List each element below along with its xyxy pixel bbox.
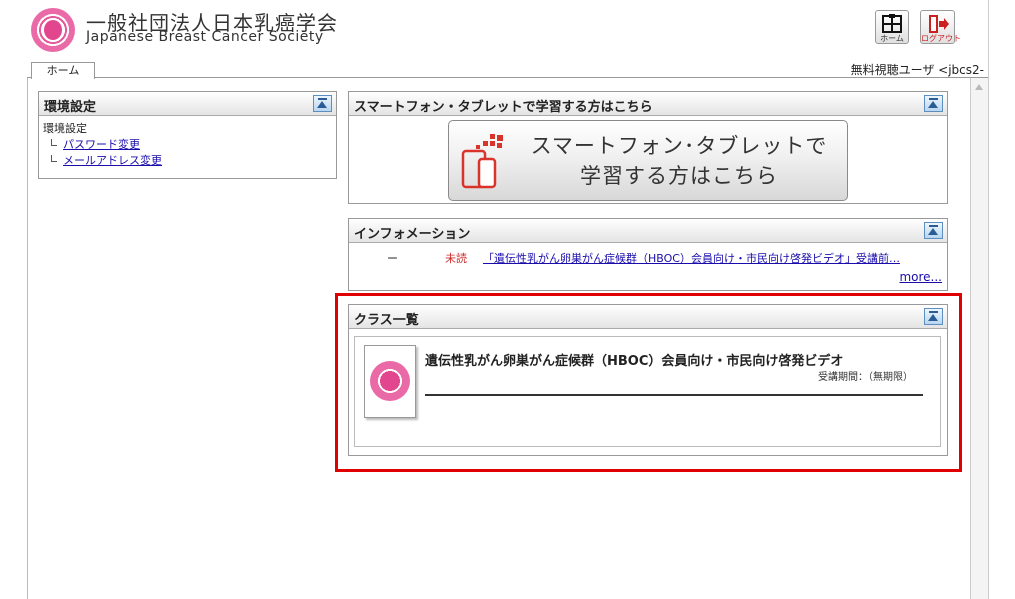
logout-icon: [921, 14, 954, 34]
settings-item-password: パスワード変更: [43, 137, 332, 153]
org-name-en: Japanese Breast Cancer Society: [86, 29, 324, 45]
user-info: 無料視聴ユーザ <jbcs2-: [850, 63, 984, 77]
smartphone-button-text: スマートフォン･タブレットで 学習する方はこちら: [509, 131, 849, 191]
password-change-link[interactable]: パスワード変更: [63, 138, 140, 151]
tab-home[interactable]: ホーム: [31, 62, 95, 79]
home-button-label: ホーム: [880, 34, 904, 43]
smartphone-tablet-icon: [461, 134, 503, 189]
smartphone-panel-title: スマートフォン・タブレットで学習する方はこちら: [354, 100, 653, 115]
smartphone-panel-header: スマートフォン・タブレットで学習する方はこちら: [349, 92, 947, 116]
settings-heading: 環境設定: [43, 122, 87, 135]
frame-left-border: [27, 78, 28, 599]
info-item-link[interactable]: 「遺伝性乳がん卵巣がん症候群（HBOC）会員向け・市民向け啓発ビデオ」受講前…: [483, 250, 941, 266]
info-unread-badge: 未読: [445, 252, 467, 265]
info-panel: インフォメーション ー 未読 「遺伝性乳がん卵巣がん症候群（HBOC）会員向け・…: [348, 218, 948, 291]
collapse-icon[interactable]: [313, 95, 332, 112]
info-more-link[interactable]: more...: [899, 270, 942, 284]
logo-seal-icon: [31, 8, 75, 52]
scroll-up-arrow-icon[interactable]: [975, 84, 983, 90]
settings-panel-body: 環境設定 パスワード変更 メールアドレス変更: [39, 116, 336, 174]
window-edge: [988, 0, 989, 599]
info-date: ー: [387, 252, 398, 265]
settings-panel-title: 環境設定: [44, 100, 97, 115]
header: 一般社団法人日本乳癌学会 Japanese Breast Cancer Soci…: [0, 0, 1015, 60]
scrollbar[interactable]: [971, 78, 988, 599]
smartphone-button-line1: スマートフォン･タブレットで: [530, 134, 828, 158]
smartphone-panel: スマートフォン・タブレットで学習する方はこちら スマートフォン･タブレットで 学…: [348, 91, 948, 204]
logout-button-label: ログアウト: [921, 34, 961, 43]
highlight-box: [335, 293, 962, 472]
email-change-link[interactable]: メールアドレス変更: [63, 154, 162, 167]
home-button[interactable]: ホーム: [875, 10, 909, 44]
info-panel-title: インフォメーション: [354, 227, 471, 242]
tab-bar: ホーム 無料視聴ユーザ <jbcs2-: [27, 61, 988, 79]
smartphone-learning-button[interactable]: スマートフォン･タブレットで 学習する方はこちら: [448, 120, 848, 201]
home-icon: [876, 14, 908, 34]
smartphone-button-line2: 学習する方はこちら: [580, 164, 778, 188]
info-panel-header: インフォメーション: [349, 219, 947, 243]
settings-item-email: メールアドレス変更: [43, 153, 332, 169]
logout-button[interactable]: ログアウト: [920, 10, 961, 44]
settings-panel-header: 環境設定: [39, 92, 336, 116]
tree-branch-icon: [51, 155, 57, 162]
collapse-icon[interactable]: [924, 222, 943, 239]
settings-panel: 環境設定 環境設定 パスワード変更 メールアドレス変更: [38, 91, 337, 179]
tree-branch-icon: [51, 139, 57, 146]
info-row: ー 未読 「遺伝性乳がん卵巣がん症候群（HBOC）会員向け・市民向け啓発ビデオ」…: [349, 250, 947, 266]
collapse-icon[interactable]: [924, 95, 943, 112]
